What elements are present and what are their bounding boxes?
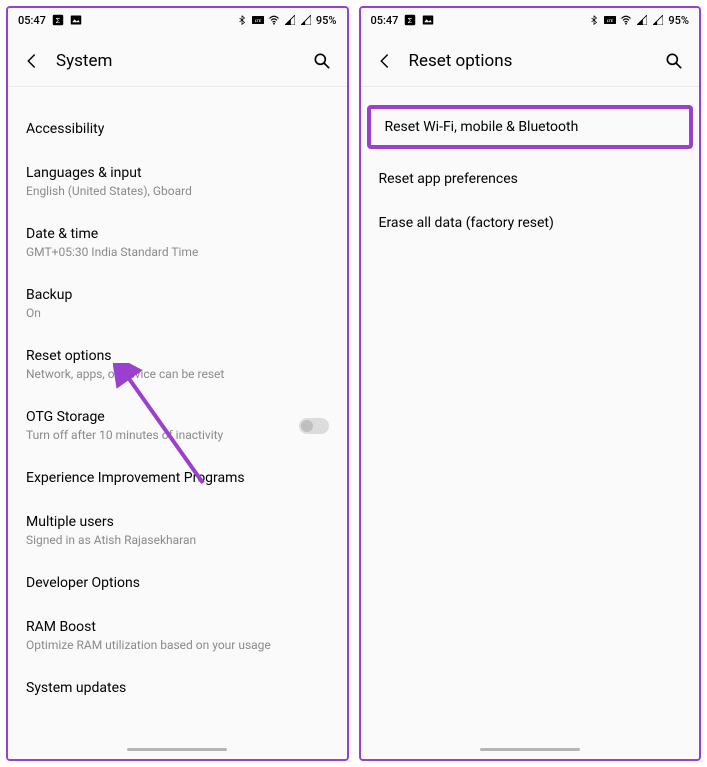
item-subtitle: Turn off after 10 minutes of inactivity [26, 428, 289, 442]
item-ram-boost[interactable]: RAM Boost Optimize RAM utilization based… [8, 605, 347, 666]
item-title: RAM Boost [26, 619, 329, 635]
item-title: Developer Options [26, 575, 329, 591]
volte-icon: LTE [252, 14, 264, 26]
item-reset-wifi-mobile-bluetooth[interactable]: Reset Wi-Fi, mobile & Bluetooth [367, 105, 694, 149]
status-bar: 05:47 Σ LTE 95% [361, 8, 700, 32]
item-subtitle: Network, apps, or device can be reset [26, 367, 329, 381]
svg-text:LTE: LTE [255, 18, 262, 23]
item-backup[interactable]: Backup On [8, 273, 347, 334]
phone-screen-reset-options: 05:47 Σ LTE 95% [359, 6, 702, 761]
item-languages-input[interactable]: Languages & input English (United States… [8, 151, 347, 212]
back-button[interactable] [22, 51, 42, 71]
svg-text:Σ: Σ [56, 16, 61, 25]
item-system-updates[interactable]: System updates [8, 666, 347, 710]
signal-icon-2 [652, 14, 664, 26]
gallery-icon [422, 14, 434, 26]
bluetooth-icon [236, 14, 248, 26]
wifi-icon [268, 14, 280, 26]
status-bar: 05:47 Σ LTE 95% [8, 8, 347, 32]
item-title: Backup [26, 287, 329, 303]
status-battery: 95% [668, 14, 689, 27]
wifi-icon [620, 14, 632, 26]
volte-icon: LTE [604, 14, 616, 26]
search-button[interactable] [311, 50, 333, 72]
item-date-time[interactable]: Date & time GMT+05:30 India Standard Tim… [8, 212, 347, 273]
header-bar: System [8, 32, 347, 87]
item-title: Erase all data (factory reset) [379, 215, 682, 231]
item-title: Reset app preferences [379, 171, 682, 187]
signal-icon-2 [300, 14, 312, 26]
svg-text:Σ: Σ [408, 16, 413, 25]
item-title: OTG Storage [26, 409, 289, 425]
item-erase-all-data[interactable]: Erase all data (factory reset) [361, 201, 700, 245]
header-bar: Reset options [361, 32, 700, 87]
item-subtitle: On [26, 306, 329, 320]
item-developer-options[interactable]: Developer Options [8, 561, 347, 605]
item-title: Experience Improvement Programs [26, 470, 329, 486]
status-time: 05:47 [371, 14, 399, 27]
bluetooth-icon [588, 14, 600, 26]
item-subtitle: Signed in as Atish Rajasekharan [26, 533, 329, 547]
app-icon-sigma: Σ [404, 14, 416, 26]
item-accessibility[interactable]: Accessibility [8, 107, 347, 151]
settings-list: Accessibility Languages & input English … [8, 87, 347, 759]
item-title: System updates [26, 680, 329, 696]
item-title: Multiple users [26, 514, 329, 530]
item-otg-storage[interactable]: OTG Storage Turn off after 10 minutes of… [8, 395, 347, 456]
signal-icon-1 [636, 14, 648, 26]
item-experience-improvement[interactable]: Experience Improvement Programs [8, 456, 347, 500]
page-title: Reset options [409, 51, 513, 71]
item-reset-app-preferences[interactable]: Reset app preferences [361, 157, 700, 201]
item-subtitle: English (United States), Gboard [26, 184, 329, 198]
signal-icon-1 [284, 14, 296, 26]
item-title: Reset options [26, 348, 329, 364]
item-reset-options[interactable]: Reset options Network, apps, or device c… [8, 334, 347, 395]
item-multiple-users[interactable]: Multiple users Signed in as Atish Rajase… [8, 500, 347, 561]
item-subtitle: GMT+05:30 India Standard Time [26, 245, 329, 259]
reset-options-list: Reset Wi-Fi, mobile & Bluetooth Reset ap… [361, 87, 700, 759]
item-title: Accessibility [26, 121, 329, 137]
item-subtitle: Optimize RAM utilization based on your u… [26, 638, 329, 652]
page-title: System [56, 51, 112, 71]
item-title: Date & time [26, 226, 329, 242]
svg-text:LTE: LTE [607, 18, 614, 23]
item-title: Languages & input [26, 165, 329, 181]
nav-handle[interactable] [480, 748, 580, 751]
app-icon-sigma: Σ [52, 14, 64, 26]
phone-screen-system: 05:47 Σ LTE 95% [6, 6, 349, 761]
item-title: Reset Wi-Fi, mobile & Bluetooth [385, 119, 676, 135]
gallery-icon [70, 14, 82, 26]
search-button[interactable] [663, 50, 685, 72]
otg-toggle[interactable] [299, 418, 329, 434]
nav-handle[interactable] [127, 748, 227, 751]
back-button[interactable] [375, 51, 395, 71]
status-battery: 95% [316, 14, 337, 27]
status-time: 05:47 [18, 14, 46, 27]
